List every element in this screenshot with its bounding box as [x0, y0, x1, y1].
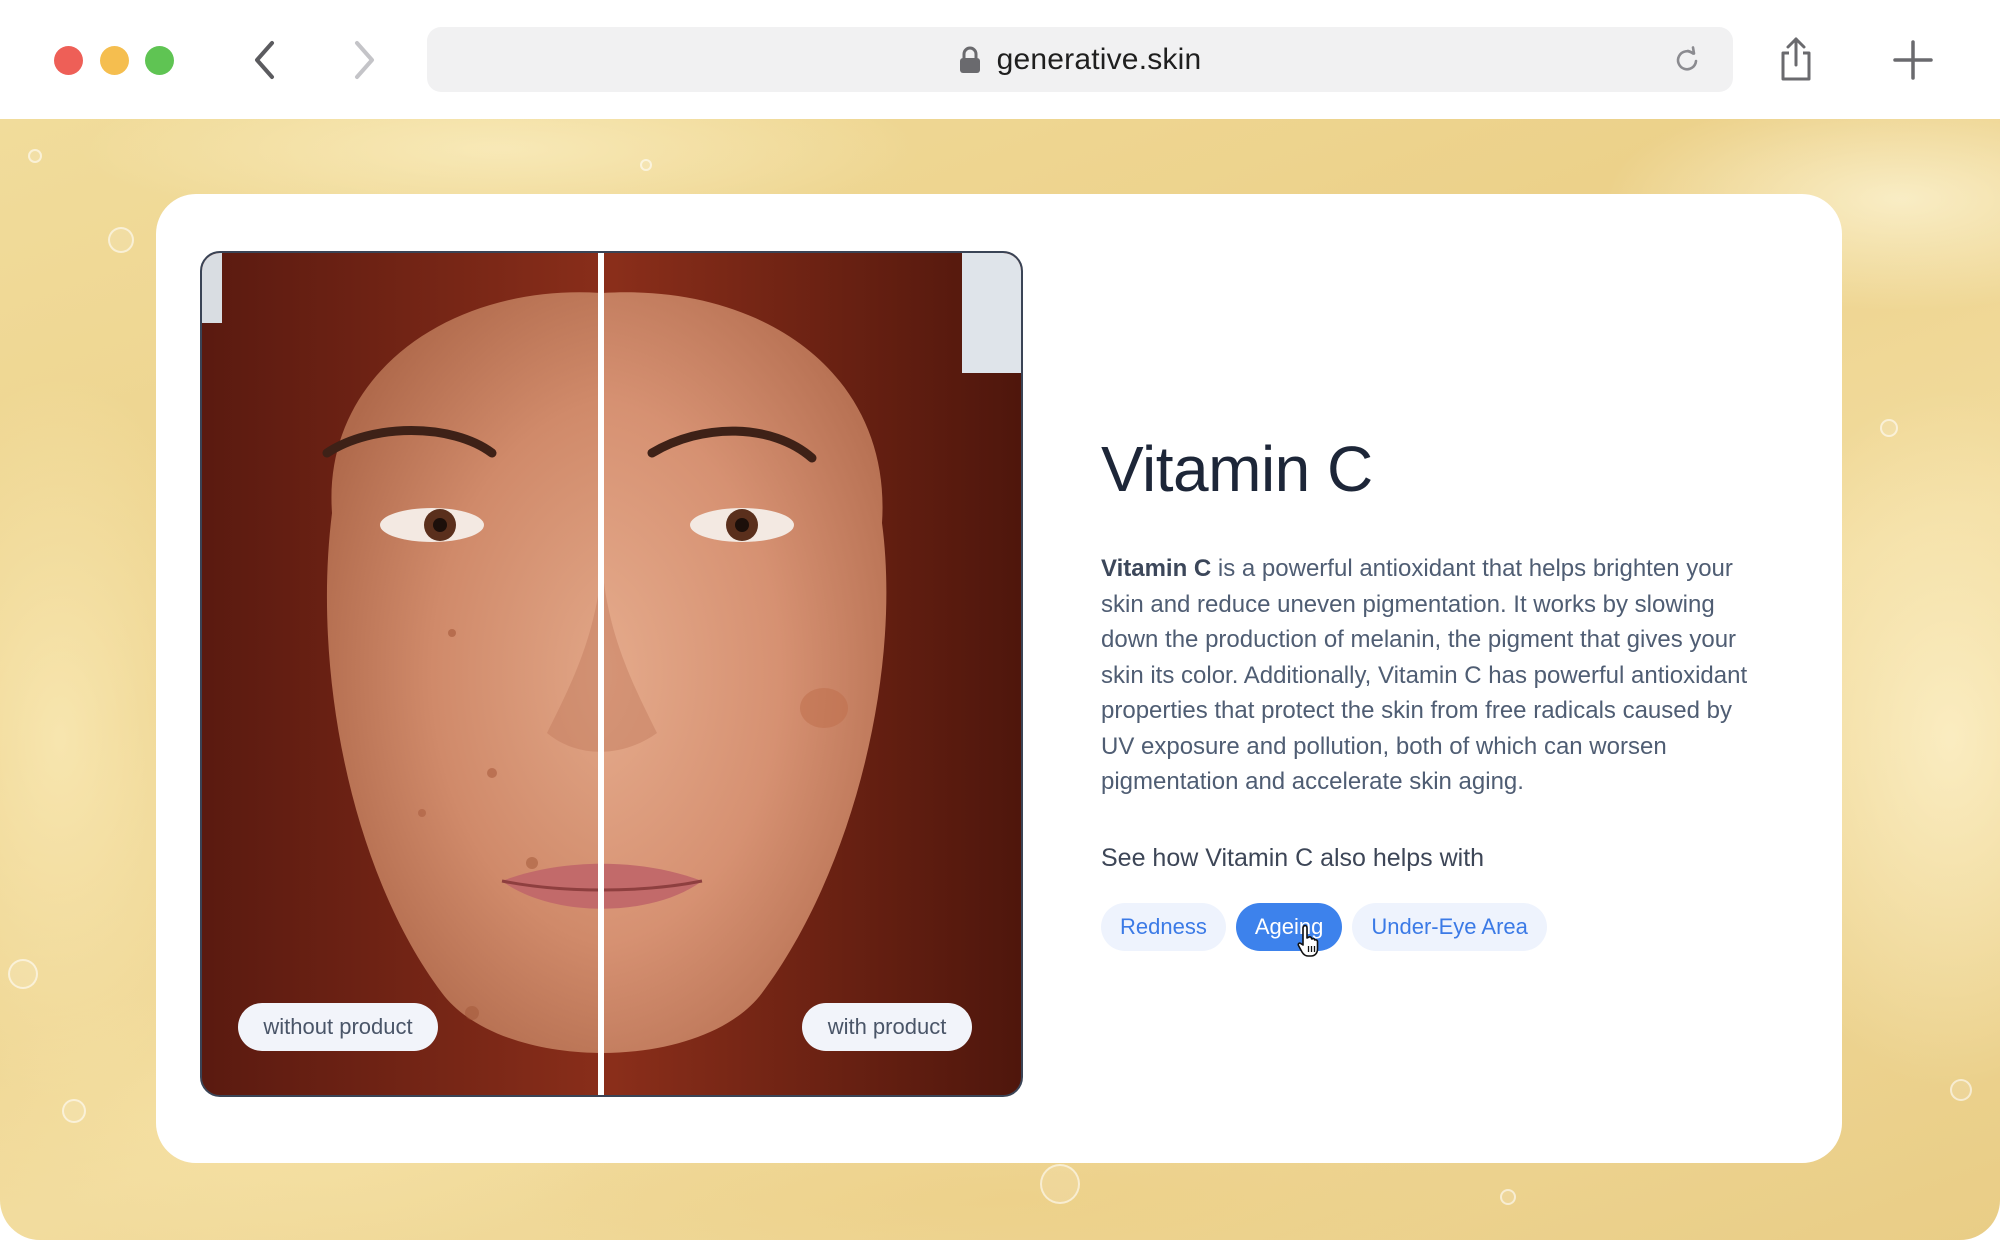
- window-minimize-button[interactable]: [100, 46, 129, 75]
- ingredient-title: Vitamin C: [1101, 433, 1373, 505]
- chevron-right-icon: [355, 41, 374, 79]
- before-after-comparison[interactable]: without product with product: [200, 251, 1023, 1097]
- with-product-label: with product: [802, 1003, 972, 1051]
- comparison-slider-handle[interactable]: [598, 253, 604, 1095]
- hand-pointer-cursor-icon: [1297, 924, 1319, 957]
- url-text: generative.skin: [996, 42, 1202, 76]
- window-zoom-button[interactable]: [145, 46, 174, 75]
- bubble-decoration: [1500, 1189, 1516, 1205]
- lock-icon: [959, 46, 980, 73]
- bubble-decoration: [62, 1099, 86, 1123]
- bubble-decoration: [108, 227, 134, 253]
- bubble-decoration: [1880, 419, 1898, 437]
- description-lead: Vitamin C: [1101, 555, 1212, 582]
- browser-toolbar: generative.skin: [0, 0, 2000, 119]
- bubble-decoration: [8, 959, 38, 989]
- back-button[interactable]: [243, 38, 287, 82]
- share-icon[interactable]: [1776, 36, 1816, 82]
- chip-ageing[interactable]: Ageing: [1235, 903, 1343, 951]
- ingredient-description: Vitamin C is a powerful antioxidant that…: [1101, 551, 1761, 800]
- helps-with-heading: See how Vitamin C also helps with: [1101, 844, 1485, 872]
- face-comparison-image: [202, 253, 1021, 1095]
- chevron-left-icon: [255, 41, 274, 79]
- plus-icon[interactable]: [1891, 38, 1935, 82]
- concern-chips: Redness Ageing Under-Eye Area: [1101, 903, 1547, 951]
- description-body: is a powerful antioxidant that helps bri…: [1101, 555, 1748, 795]
- chip-under-eye-area[interactable]: Under-Eye Area: [1352, 903, 1547, 951]
- address-bar[interactable]: generative.skin: [427, 27, 1733, 92]
- bubble-decoration: [640, 159, 652, 171]
- bubble-decoration: [1950, 1079, 1972, 1101]
- bubble-decoration: [1040, 1164, 1080, 1204]
- forward-button[interactable]: [342, 38, 386, 82]
- reload-icon[interactable]: [1671, 44, 1703, 76]
- bubble-decoration: [28, 149, 42, 163]
- chip-redness[interactable]: Redness: [1101, 903, 1226, 951]
- without-product-label: without product: [238, 1003, 438, 1051]
- window-close-button[interactable]: [54, 46, 83, 75]
